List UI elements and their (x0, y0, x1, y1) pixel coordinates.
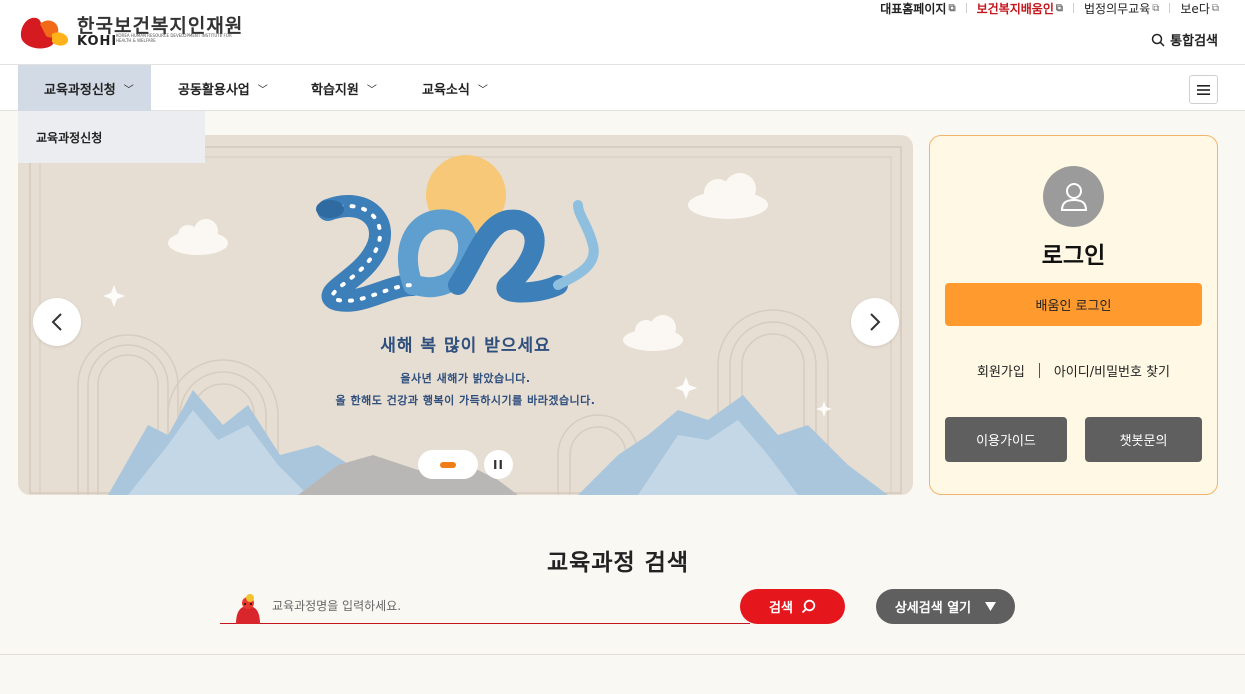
login-links: 회원가입 아이디/비밀번호 찾기 (930, 361, 1217, 380)
avatar (1043, 166, 1104, 227)
util-divider (1073, 3, 1074, 13)
usage-guide-button[interactable]: 이용가이드 (945, 417, 1067, 462)
mascot-icon (236, 594, 260, 624)
hamburger-icon (1197, 84, 1210, 95)
kohi-logo-mark (20, 17, 68, 49)
nav-item-education-news[interactable]: 교육소식 ﹀ (422, 65, 488, 111)
banner-pagination[interactable] (418, 450, 478, 479)
find-id-password-link[interactable]: 아이디/비밀번호 찾기 (1054, 361, 1170, 380)
nav-item-course-application[interactable]: 교육과정신청 ﹀ (18, 65, 151, 111)
nav-item-learning-support[interactable]: 학습지원 ﹀ (311, 65, 377, 111)
baeumin-login-button[interactable]: 배움인 로그인 (945, 283, 1202, 326)
banner-title: 새해 복 많이 받으세요 (380, 336, 551, 356)
util-link-baeumin[interactable]: 보건복지배움인 ⧉ (977, 0, 1063, 17)
login-title: 로그인 (1041, 243, 1106, 269)
util-link-main-homepage[interactable]: 대표홈페이지 ⧉ (880, 0, 955, 17)
external-link-icon: ⧉ (948, 2, 956, 14)
external-link-icon: ⧉ (1055, 2, 1063, 14)
course-search-button[interactable]: 검색 (740, 589, 845, 624)
submenu-item-label: 교육과정신청 (36, 130, 103, 145)
section-divider (0, 654, 1245, 655)
util-divider (965, 3, 967, 13)
banner-next-button[interactable] (851, 298, 899, 346)
triangle-down-icon (985, 602, 997, 611)
external-link-icon: ⧉ (1152, 2, 1160, 14)
submenu-course-application[interactable]: 교육과정신청 (18, 111, 205, 163)
main-banner: 새해 복 많이 받으세요 을사년 새해가 밝았습니다. 올 한해도 건강과 행복… (18, 135, 913, 495)
login-panel: 로그인 배움인 로그인 회원가입 아이디/비밀번호 찾기 이용가이드 챗봇문의 (929, 135, 1218, 495)
util-link-boeda[interactable]: 보e다 ⧉ (1180, 0, 1219, 17)
detail-search-toggle-button[interactable]: 상세검색 열기 (876, 589, 1015, 624)
user-icon (1060, 182, 1087, 211)
chevron-down-icon: ﹀ (123, 84, 134, 96)
banner-text-line-1: 을사년 새해가 밝았습니다. (400, 372, 531, 385)
util-divider (1169, 3, 1171, 13)
search-icon (1151, 33, 1165, 47)
course-search-title: 교육과정 검색 (547, 550, 689, 576)
search-icon (801, 599, 816, 614)
chevron-right-icon (870, 313, 881, 331)
logo-subtitle: KOREA HUMAN RESOURCE DEVELOPMENT INSTITU… (116, 33, 232, 43)
banner-illustration (29, 146, 902, 495)
all-menu-button[interactable] (1189, 75, 1218, 104)
link-divider (1038, 363, 1040, 378)
banner-dot-active[interactable] (440, 461, 456, 468)
banner-pause-button[interactable]: II (484, 450, 513, 479)
external-link-icon: ⧉ (1211, 2, 1219, 14)
chevron-down-icon: ﹀ (477, 84, 488, 96)
chatbot-button[interactable]: 챗봇문의 (1085, 417, 1202, 462)
util-link-mandatory-education[interactable]: 법정의무교육 ⧉ (1084, 0, 1159, 17)
utility-links: 대표홈페이지 ⧉ 보건복지배움인 ⧉ 법정의무교육 ⧉ 보e다 ⧉ (880, 0, 1219, 16)
chevron-down-icon: ﹀ (366, 84, 377, 96)
banner-text-line-2: 올 한해도 건강과 행복이 가득하시기를 바라겠습니다. (335, 394, 596, 407)
chevron-down-icon: ﹀ (257, 84, 268, 96)
total-search-button[interactable]: 통합검색 (1151, 30, 1218, 49)
logo-english-name: KOHI (77, 34, 118, 49)
chevron-left-icon (51, 313, 62, 331)
join-link[interactable]: 회원가입 (977, 361, 1025, 380)
main-navigation: 교육과정신청 ﹀ 공동활용사업 ﹀ 학습지원 ﹀ 교육소식 ﹀ (0, 65, 1245, 111)
nav-item-joint-projects[interactable]: 공동활용사업 ﹀ (178, 65, 268, 111)
banner-prev-button[interactable] (33, 298, 81, 346)
kohi-logo[interactable]: 한국보건복지인재원 KOHI KOREA HUMAN RESOURCE DEVE… (16, 8, 246, 54)
site-header: 한국보건복지인재원 KOHI KOREA HUMAN RESOURCE DEVE… (0, 0, 1245, 65)
course-search-input[interactable] (272, 596, 722, 616)
